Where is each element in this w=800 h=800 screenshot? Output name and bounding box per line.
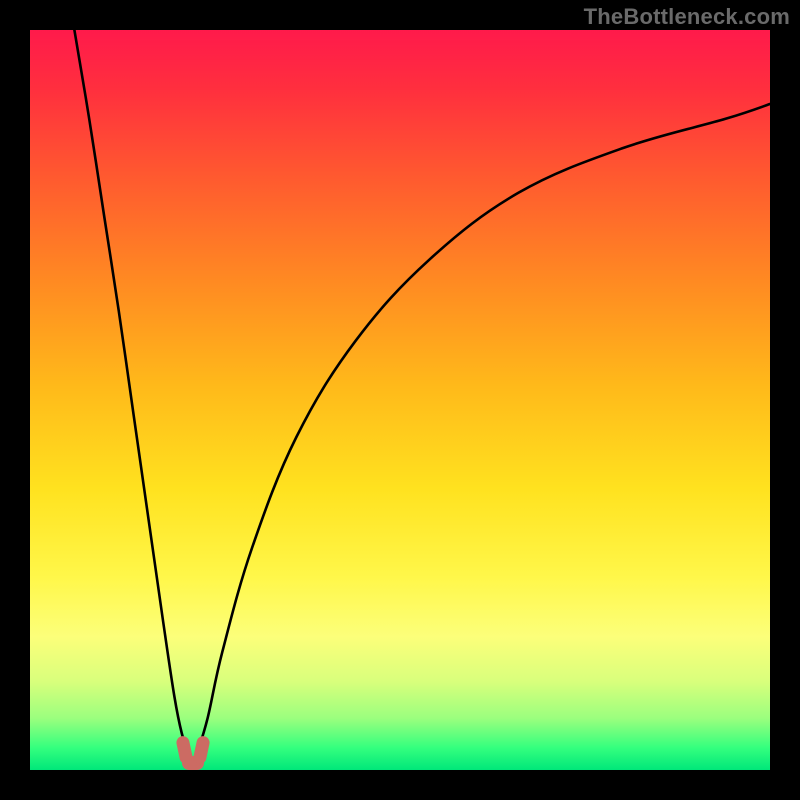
curve-right-branch — [197, 104, 771, 755]
curve-left-branch — [74, 30, 189, 755]
watermark-text: TheBottleneck.com — [584, 4, 790, 30]
plot-area — [30, 30, 770, 770]
bottleneck-curve — [30, 30, 770, 770]
chart-frame: TheBottleneck.com — [0, 0, 800, 800]
